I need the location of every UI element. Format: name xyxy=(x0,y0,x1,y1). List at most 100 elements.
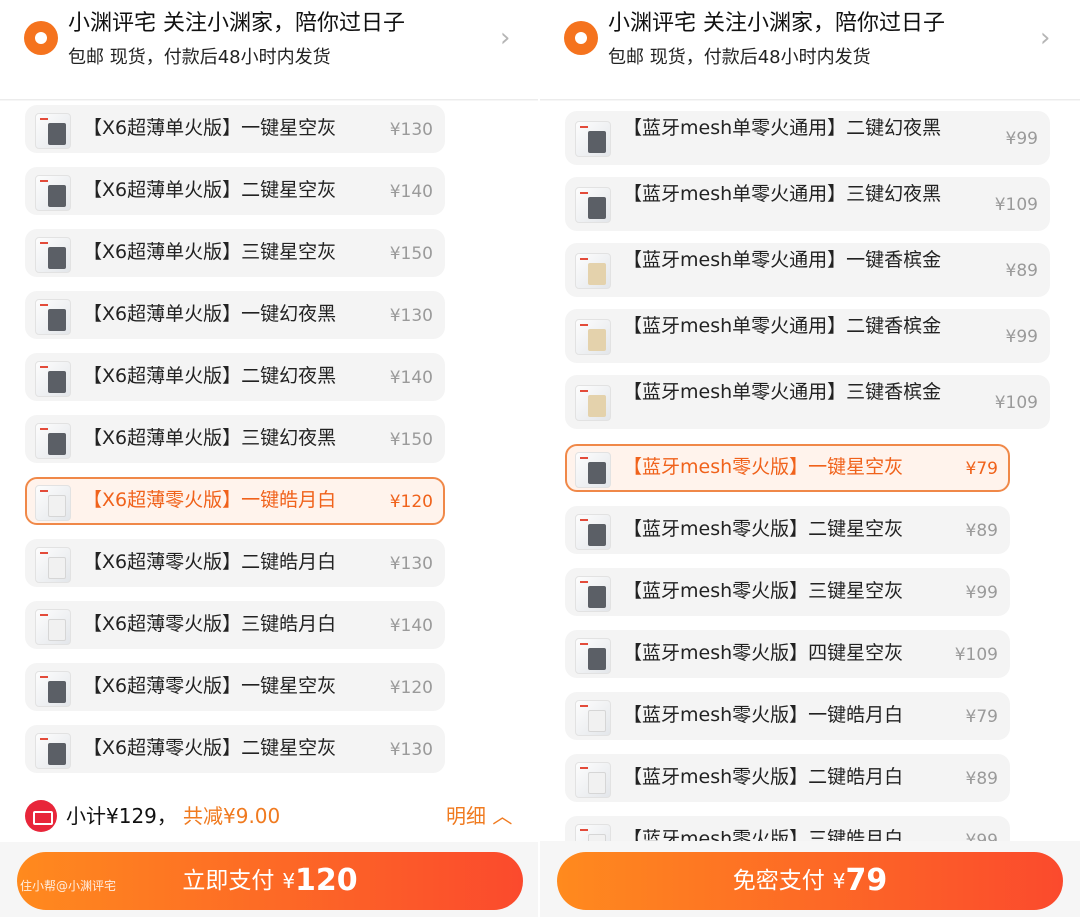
sku-option[interactable]: 【蓝牙mesh单零火通用】三键香槟金 ¥109 xyxy=(565,375,1050,429)
sku-option[interactable]: 【蓝牙mesh零火版】四键星空灰 ¥109 xyxy=(565,630,1010,678)
detail-toggle[interactable]: 明细 ︿ xyxy=(446,803,512,829)
watermark: 住小帮@小渊评宅 xyxy=(20,879,117,893)
switch-plate-image xyxy=(48,247,66,269)
sku-name: 【蓝牙mesh零火版】三键皓月白 xyxy=(623,828,904,841)
sku-option[interactable]: 【蓝牙mesh单零火通用】一键香槟金 ¥89 xyxy=(565,243,1050,297)
shop-header[interactable]: 小渊评宅 关注小渊家，陪你过日子 包邮 现货，付款后48小时内发货 › xyxy=(0,0,540,100)
sku-option[interactable]: 【蓝牙mesh零火版】二键星空灰 ¥89 xyxy=(565,506,1010,554)
product-thumbnail xyxy=(575,187,611,223)
sku-name: 【X6超薄单火版】三键幻夜黑 xyxy=(83,427,337,449)
product-thumbnail xyxy=(35,547,71,583)
sku-option[interactable]: 【蓝牙mesh零火版】二键皓月白 ¥89 xyxy=(565,754,1010,802)
sku-option[interactable]: 【X6超薄单火版】一键幻夜黑 ¥130 xyxy=(25,291,445,339)
sku-option[interactable]: 【X6超薄单火版】三键星空灰 ¥150 xyxy=(25,229,445,277)
pay-amount: 120 xyxy=(295,863,358,898)
sku-option[interactable]: 【X6超薄单火版】三键幻夜黑 ¥150 xyxy=(25,415,445,463)
sku-option[interactable]: 【X6超薄零火版】二键星空灰 ¥130 xyxy=(25,725,445,773)
sku-list[interactable]: 【X6超薄单火版】一键星空灰 ¥130 【X6超薄单火版】二键星空灰 ¥140 【X6超… xyxy=(0,101,540,791)
switch-plate-image xyxy=(588,586,606,608)
switch-plate-image xyxy=(588,710,606,732)
product-thumbnail xyxy=(35,609,71,645)
password-free-pay-button[interactable]: 免密支付 ¥79 xyxy=(557,852,1063,910)
switch-plate-image xyxy=(588,648,606,670)
right-checkout-panel: 小渊评宅 关注小渊家，陪你过日子 包邮 现货，付款后48小时内发货 › 【蓝牙m… xyxy=(540,0,1080,917)
sku-name: 【蓝牙mesh单零火通用】一键香槟金 xyxy=(623,249,942,271)
sku-option[interactable]: 【蓝牙mesh零火版】三键星空灰 ¥99 xyxy=(565,568,1010,616)
sku-option[interactable]: 【蓝牙mesh零火版】三键皓月白 ¥99 xyxy=(565,816,1010,841)
chevron-right-icon[interactable]: › xyxy=(500,25,510,51)
sku-price: ¥140 xyxy=(389,182,433,202)
sku-option[interactable]: 【蓝牙mesh单零火通用】二键香槟金 ¥99 xyxy=(565,309,1050,363)
sku-option[interactable]: 【蓝牙mesh零火版】一键星空灰 ¥79 xyxy=(565,444,1010,492)
location-pin-icon xyxy=(24,21,58,55)
sku-name: 【X6超薄单火版】一键星空灰 xyxy=(83,117,337,139)
switch-plate-image xyxy=(588,329,606,351)
pay-currency: ¥ xyxy=(832,869,846,893)
sku-option[interactable]: 【蓝牙mesh单零火通用】二键幻夜黑 ¥99 xyxy=(565,111,1050,165)
sku-option[interactable]: 【X6超薄零火版】一键星空灰 ¥120 xyxy=(25,663,445,711)
sku-price: ¥120 xyxy=(389,492,433,512)
product-thumbnail xyxy=(575,514,611,550)
shop-title: 小渊评宅 关注小渊家，陪你过日子 xyxy=(68,11,405,36)
shop-subtitle: 包邮 现货，付款后48小时内发货 xyxy=(608,47,871,68)
sku-price: ¥79 xyxy=(965,459,998,479)
sku-name: 【蓝牙mesh单零火通用】三键幻夜黑 xyxy=(623,183,942,205)
switch-plate-image xyxy=(48,495,66,517)
sku-name: 【蓝牙mesh单零火通用】三键香槟金 xyxy=(623,381,942,403)
sku-price: ¥140 xyxy=(389,616,433,636)
sku-price: ¥99 xyxy=(965,831,998,841)
sku-list[interactable]: 【蓝牙mesh单零火通用】二键幻夜黑 ¥99 【蓝牙mesh单零火通用】三键幻夜黑 ¥… xyxy=(540,101,1080,841)
sku-price: ¥109 xyxy=(954,645,998,665)
switch-plate-image xyxy=(48,681,66,703)
pay-amount: 79 xyxy=(845,863,888,898)
sku-name: 【X6超薄零火版】一键星空灰 xyxy=(83,675,337,697)
sku-price: ¥99 xyxy=(965,583,998,603)
saving-text: 共减¥9.00 xyxy=(183,804,281,828)
summary-bar: 小计¥129， 共减¥9.00 明细 ︿ xyxy=(0,790,540,842)
sku-option[interactable]: 【蓝牙mesh零火版】一键皓月白 ¥79 xyxy=(565,692,1010,740)
sku-option[interactable]: 【X6超薄单火版】二键幻夜黑 ¥140 xyxy=(25,353,445,401)
product-thumbnail xyxy=(575,319,611,355)
product-thumbnail xyxy=(35,485,71,521)
pay-label: 立即支付 xyxy=(182,868,275,894)
product-thumbnail xyxy=(35,113,71,149)
sku-option[interactable]: 【X6超薄零火版】一键皓月白 ¥120 xyxy=(25,477,445,525)
sku-option[interactable]: 【X6超薄单火版】一键星空灰 ¥130 xyxy=(25,105,445,153)
product-thumbnail xyxy=(35,361,71,397)
sku-name: 【X6超薄单火版】一键幻夜黑 xyxy=(83,303,337,325)
sku-name: 【蓝牙mesh零火版】一键皓月白 xyxy=(623,704,904,726)
sku-name: 【蓝牙mesh零火版】三键星空灰 xyxy=(623,580,904,602)
sku-option[interactable]: 【蓝牙mesh单零火通用】三键幻夜黑 ¥109 xyxy=(565,177,1050,231)
sku-name: 【X6超薄单火版】二键星空灰 xyxy=(83,179,337,201)
chevron-right-icon[interactable]: › xyxy=(1040,25,1050,51)
switch-plate-image xyxy=(588,834,606,841)
product-thumbnail xyxy=(35,175,71,211)
switch-plate-image xyxy=(588,462,606,484)
sku-price: ¥150 xyxy=(389,430,433,450)
ticket-icon xyxy=(25,800,57,832)
switch-plate-image xyxy=(588,395,606,417)
subtotal-text: 小计¥129， xyxy=(66,804,177,828)
sku-option[interactable]: 【X6超薄零火版】二键皓月白 ¥130 xyxy=(25,539,445,587)
sku-price: ¥89 xyxy=(965,769,998,789)
switch-plate-image xyxy=(48,619,66,641)
sku-price: ¥120 xyxy=(389,678,433,698)
sku-price: ¥109 xyxy=(994,195,1038,215)
sku-price: ¥89 xyxy=(1005,261,1038,281)
product-thumbnail xyxy=(35,237,71,273)
shop-title: 小渊评宅 关注小渊家，陪你过日子 xyxy=(608,11,945,36)
sku-option[interactable]: 【X6超薄零火版】三键皓月白 ¥140 xyxy=(25,601,445,649)
sku-name: 【X6超薄零火版】二键皓月白 xyxy=(83,551,337,573)
product-thumbnail xyxy=(575,762,611,798)
switch-plate-image xyxy=(48,309,66,331)
product-thumbnail xyxy=(35,733,71,769)
sku-option[interactable]: 【X6超薄单火版】二键星空灰 ¥140 xyxy=(25,167,445,215)
shop-subtitle: 包邮 现货，付款后48小时内发货 xyxy=(68,47,331,68)
switch-plate-image xyxy=(48,433,66,455)
shop-header[interactable]: 小渊评宅 关注小渊家，陪你过日子 包邮 现货，付款后48小时内发货 › xyxy=(540,0,1080,100)
sku-price: ¥130 xyxy=(389,306,433,326)
switch-plate-image xyxy=(48,743,66,765)
switch-plate-image xyxy=(48,123,66,145)
product-thumbnail xyxy=(575,824,611,841)
pay-label: 免密支付 xyxy=(732,868,825,894)
